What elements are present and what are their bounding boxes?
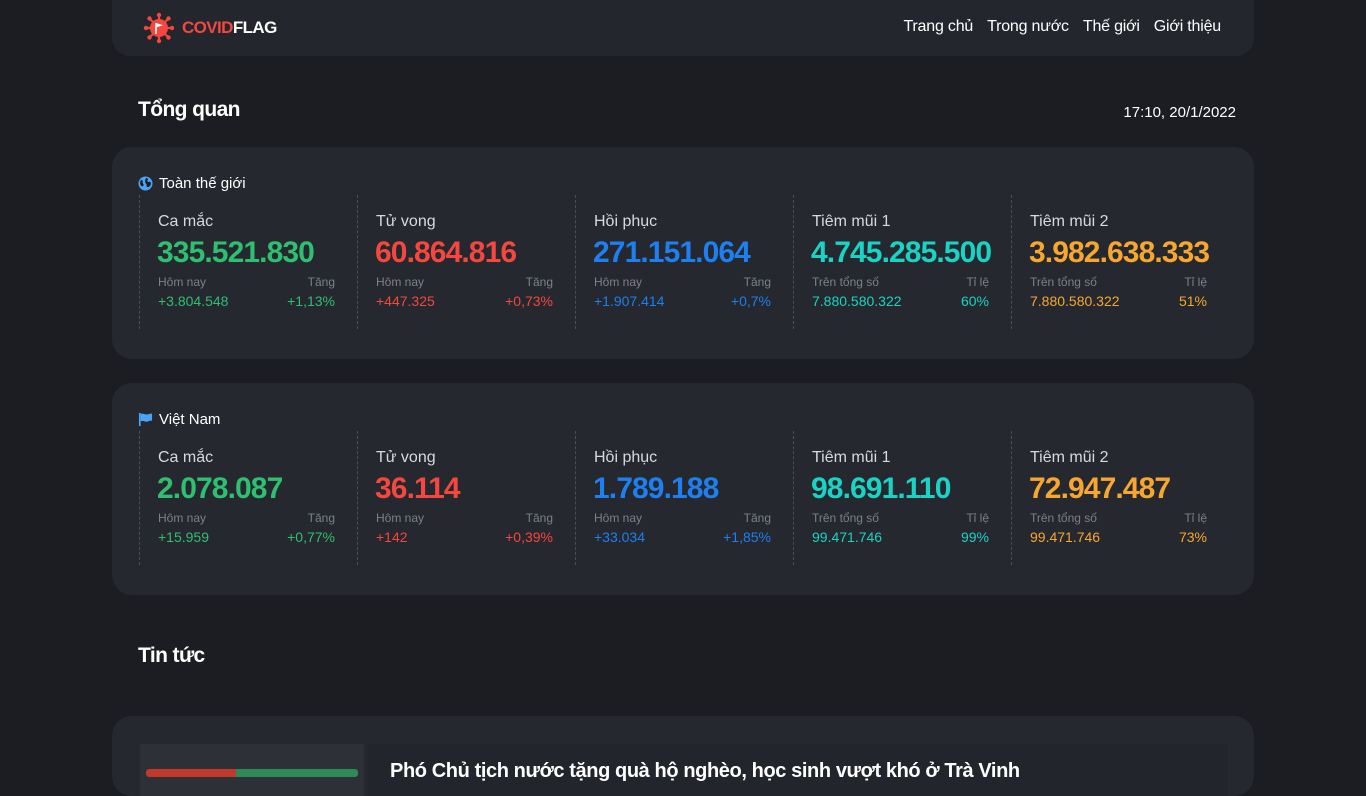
stat-value: 4.745.285.500: [811, 236, 992, 269]
stat-value: 98.691.110: [811, 472, 951, 505]
stat-deaths: Tử vong 36.114 Hôm nay Tăng +142 +0,39%: [357, 431, 575, 565]
stat-sub-right-value: +0,39%: [505, 529, 553, 545]
stat-sub-left-value: 7.880.580.322: [812, 293, 902, 309]
stat-sub-left-value: +447.325: [376, 293, 435, 309]
stat-sub-right-label: Tỉ lệ: [1184, 275, 1207, 289]
updated-time: 17:10, 20/1/2022: [1123, 104, 1236, 121]
stat-sub-right-value: 99%: [960, 529, 989, 545]
top-navbar: COVIDFLAG Trang chủ Trong nước Thế giới …: [112, 0, 1254, 56]
brand-name: COVIDFLAG: [182, 18, 277, 38]
stat-label: Tử vong: [376, 213, 436, 230]
stat-recovered: Hồi phục 1.789.188 Hôm nay Tăng +33.034 +1,85…: [575, 431, 793, 565]
stat-sub-right-label: Tỉ lệ: [1184, 511, 1207, 525]
stat-sub-right-label: Tăng: [743, 511, 771, 525]
stat-sub-right-value: +1,85%: [723, 529, 771, 545]
stat-sub-left-label: Trên tổng số: [812, 275, 879, 289]
stat-value: 1.789.188: [593, 472, 719, 505]
stat-value: 3.982.638.333: [1029, 236, 1210, 269]
vietnam-stats-row: Ca mắc 2.078.087 Hôm nay Tăng +15.959 +0,77% T…: [139, 431, 1229, 565]
stat-dose1: Tiêm mũi 1 4.745.285.500 Trên tổng số Tỉ lệ…: [793, 195, 1011, 329]
news-item[interactable]: Phó Chủ tịch nước tặng quà hộ nghèo, học…: [112, 716, 1254, 796]
stat-value: 335.521.830: [157, 236, 315, 269]
overview-title: Tổng quan: [138, 98, 241, 121]
stat-deaths: Tử vong 60.864.816 Hôm nay Tăng +447.325 +0,7…: [357, 195, 575, 329]
stat-sub-right-label: Tăng: [307, 511, 335, 525]
stat-value: 72.947.487: [1029, 472, 1171, 505]
thumbnail-banner-red: [146, 769, 236, 777]
nav-world[interactable]: Thế giới: [1083, 18, 1140, 36]
stat-dose1: Tiêm mũi 1 98.691.110 Trên tổng số Tỉ lệ 99.…: [793, 431, 1011, 565]
stat-sub-left-value: 99.471.746: [1030, 529, 1101, 545]
vietnam-card-header: Việt Nam: [138, 411, 220, 428]
stat-sub-right-label: Tăng: [525, 275, 553, 289]
stat-label: Tiêm mũi 1: [812, 449, 891, 466]
stat-sub-right-label: Tăng: [307, 275, 335, 289]
stat-sub-left-label: Hôm nay: [158, 275, 207, 289]
stat-label: Tiêm mũi 2: [1030, 449, 1109, 466]
stat-sub-left-label: Trên tổng số: [1030, 511, 1097, 525]
stat-sub-left-value: +1.907.414: [594, 293, 665, 309]
stat-sub-right-value: +0,73%: [505, 293, 553, 309]
world-card-header: Toàn thế giới: [138, 175, 246, 192]
stat-value: 271.151.064: [593, 236, 751, 269]
stat-sub-left-label: Hôm nay: [594, 275, 643, 289]
stat-value: 36.114: [375, 472, 461, 505]
nav-domestic[interactable]: Trong nước: [987, 18, 1069, 36]
vietnam-stats-card: Việt Nam Ca mắc 2.078.087 Hôm nay Tăng +15.9…: [112, 383, 1254, 595]
brand-name-covid: COVID: [182, 18, 233, 37]
flag-icon: [138, 412, 153, 427]
stat-label: Hồi phục: [594, 449, 658, 466]
stat-sub-left-value: +142: [376, 529, 408, 545]
news-section-title: Tin tức: [138, 644, 205, 667]
world-stats-card: Toàn thế giới Ca mắc 335.521.830 Hôm nay Tă…: [112, 147, 1254, 359]
stat-sub-left-value: 7.880.580.322: [1030, 293, 1120, 309]
stat-sub-left-value: +33.034: [594, 529, 645, 545]
stat-dose2: Tiêm mũi 2 3.982.638.333 Trên tổng số Tỉ lệ…: [1011, 195, 1229, 329]
vietnam-card-title: Việt Nam: [159, 411, 221, 428]
world-card-title: Toàn thế giới: [159, 175, 246, 192]
stat-cases: Ca mắc 2.078.087 Hôm nay Tăng +15.959 +0,77%: [139, 431, 357, 565]
globe-icon: [138, 176, 153, 191]
stat-dose2: Tiêm mũi 2 72.947.487 Trên tổng số Tỉ lệ 99.…: [1011, 431, 1229, 565]
stat-value: 2.078.087: [157, 472, 283, 505]
stat-sub-left-label: Hôm nay: [594, 511, 643, 525]
stat-label: Tử vong: [376, 449, 436, 466]
stat-sub-left-label: Hôm nay: [376, 511, 425, 525]
stat-label: Ca mắc: [158, 449, 214, 466]
stat-sub-left-label: Hôm nay: [376, 275, 425, 289]
stat-sub-right-label: Tỉ lệ: [966, 275, 989, 289]
stat-sub-right-value: 51%: [1178, 293, 1207, 309]
stat-sub-right-value: 60%: [960, 293, 989, 309]
stat-sub-right-label: Tỉ lệ: [966, 511, 989, 525]
nav-home[interactable]: Trang chủ: [903, 18, 973, 36]
stat-cases: Ca mắc 335.521.830 Hôm nay Tăng +3.804.548 +1…: [139, 195, 357, 329]
world-stats-row: Ca mắc 335.521.830 Hôm nay Tăng +3.804.548 +1…: [139, 195, 1229, 329]
brand-logo[interactable]: COVIDFLAG: [142, 12, 277, 44]
stat-sub-right-value: +0,7%: [730, 293, 771, 309]
stat-value: 60.864.816: [375, 236, 517, 269]
thumbnail-banner-green: [236, 769, 358, 777]
main-nav: Trang chủ Trong nước Thế giới Giới thiệu: [903, 18, 1221, 36]
stat-sub-left-value: +15.959: [158, 529, 209, 545]
stat-sub-left-label: Trên tổng số: [1030, 275, 1097, 289]
news-body: Phó Chủ tịch nước tặng quà hộ nghèo, học…: [368, 744, 1228, 796]
stat-recovered: Hồi phục 271.151.064 Hôm nay Tăng +1.907.414…: [575, 195, 793, 329]
news-thumbnail[interactable]: [140, 744, 364, 796]
stat-label: Tiêm mũi 2: [1030, 213, 1109, 230]
stat-sub-right-value: +1,13%: [287, 293, 335, 309]
stat-label: Tiêm mũi 1: [812, 213, 891, 230]
brand-name-flag: FLAG: [232, 18, 277, 37]
stat-label: Ca mắc: [158, 213, 214, 230]
stat-sub-left-label: Trên tổng số: [812, 511, 879, 525]
virus-flag-icon: [143, 12, 175, 44]
stat-sub-left-value: +3.804.548: [158, 293, 229, 309]
stat-sub-left-label: Hôm nay: [158, 511, 207, 525]
stat-sub-right-value: +0,77%: [287, 529, 335, 545]
stat-sub-right-value: 73%: [1178, 529, 1207, 545]
stat-label: Hồi phục: [594, 213, 658, 230]
stat-sub-left-value: 99.471.746: [812, 529, 883, 545]
stat-sub-right-label: Tăng: [743, 275, 771, 289]
stat-sub-right-label: Tăng: [525, 511, 553, 525]
nav-about[interactable]: Giới thiệu: [1154, 18, 1221, 36]
